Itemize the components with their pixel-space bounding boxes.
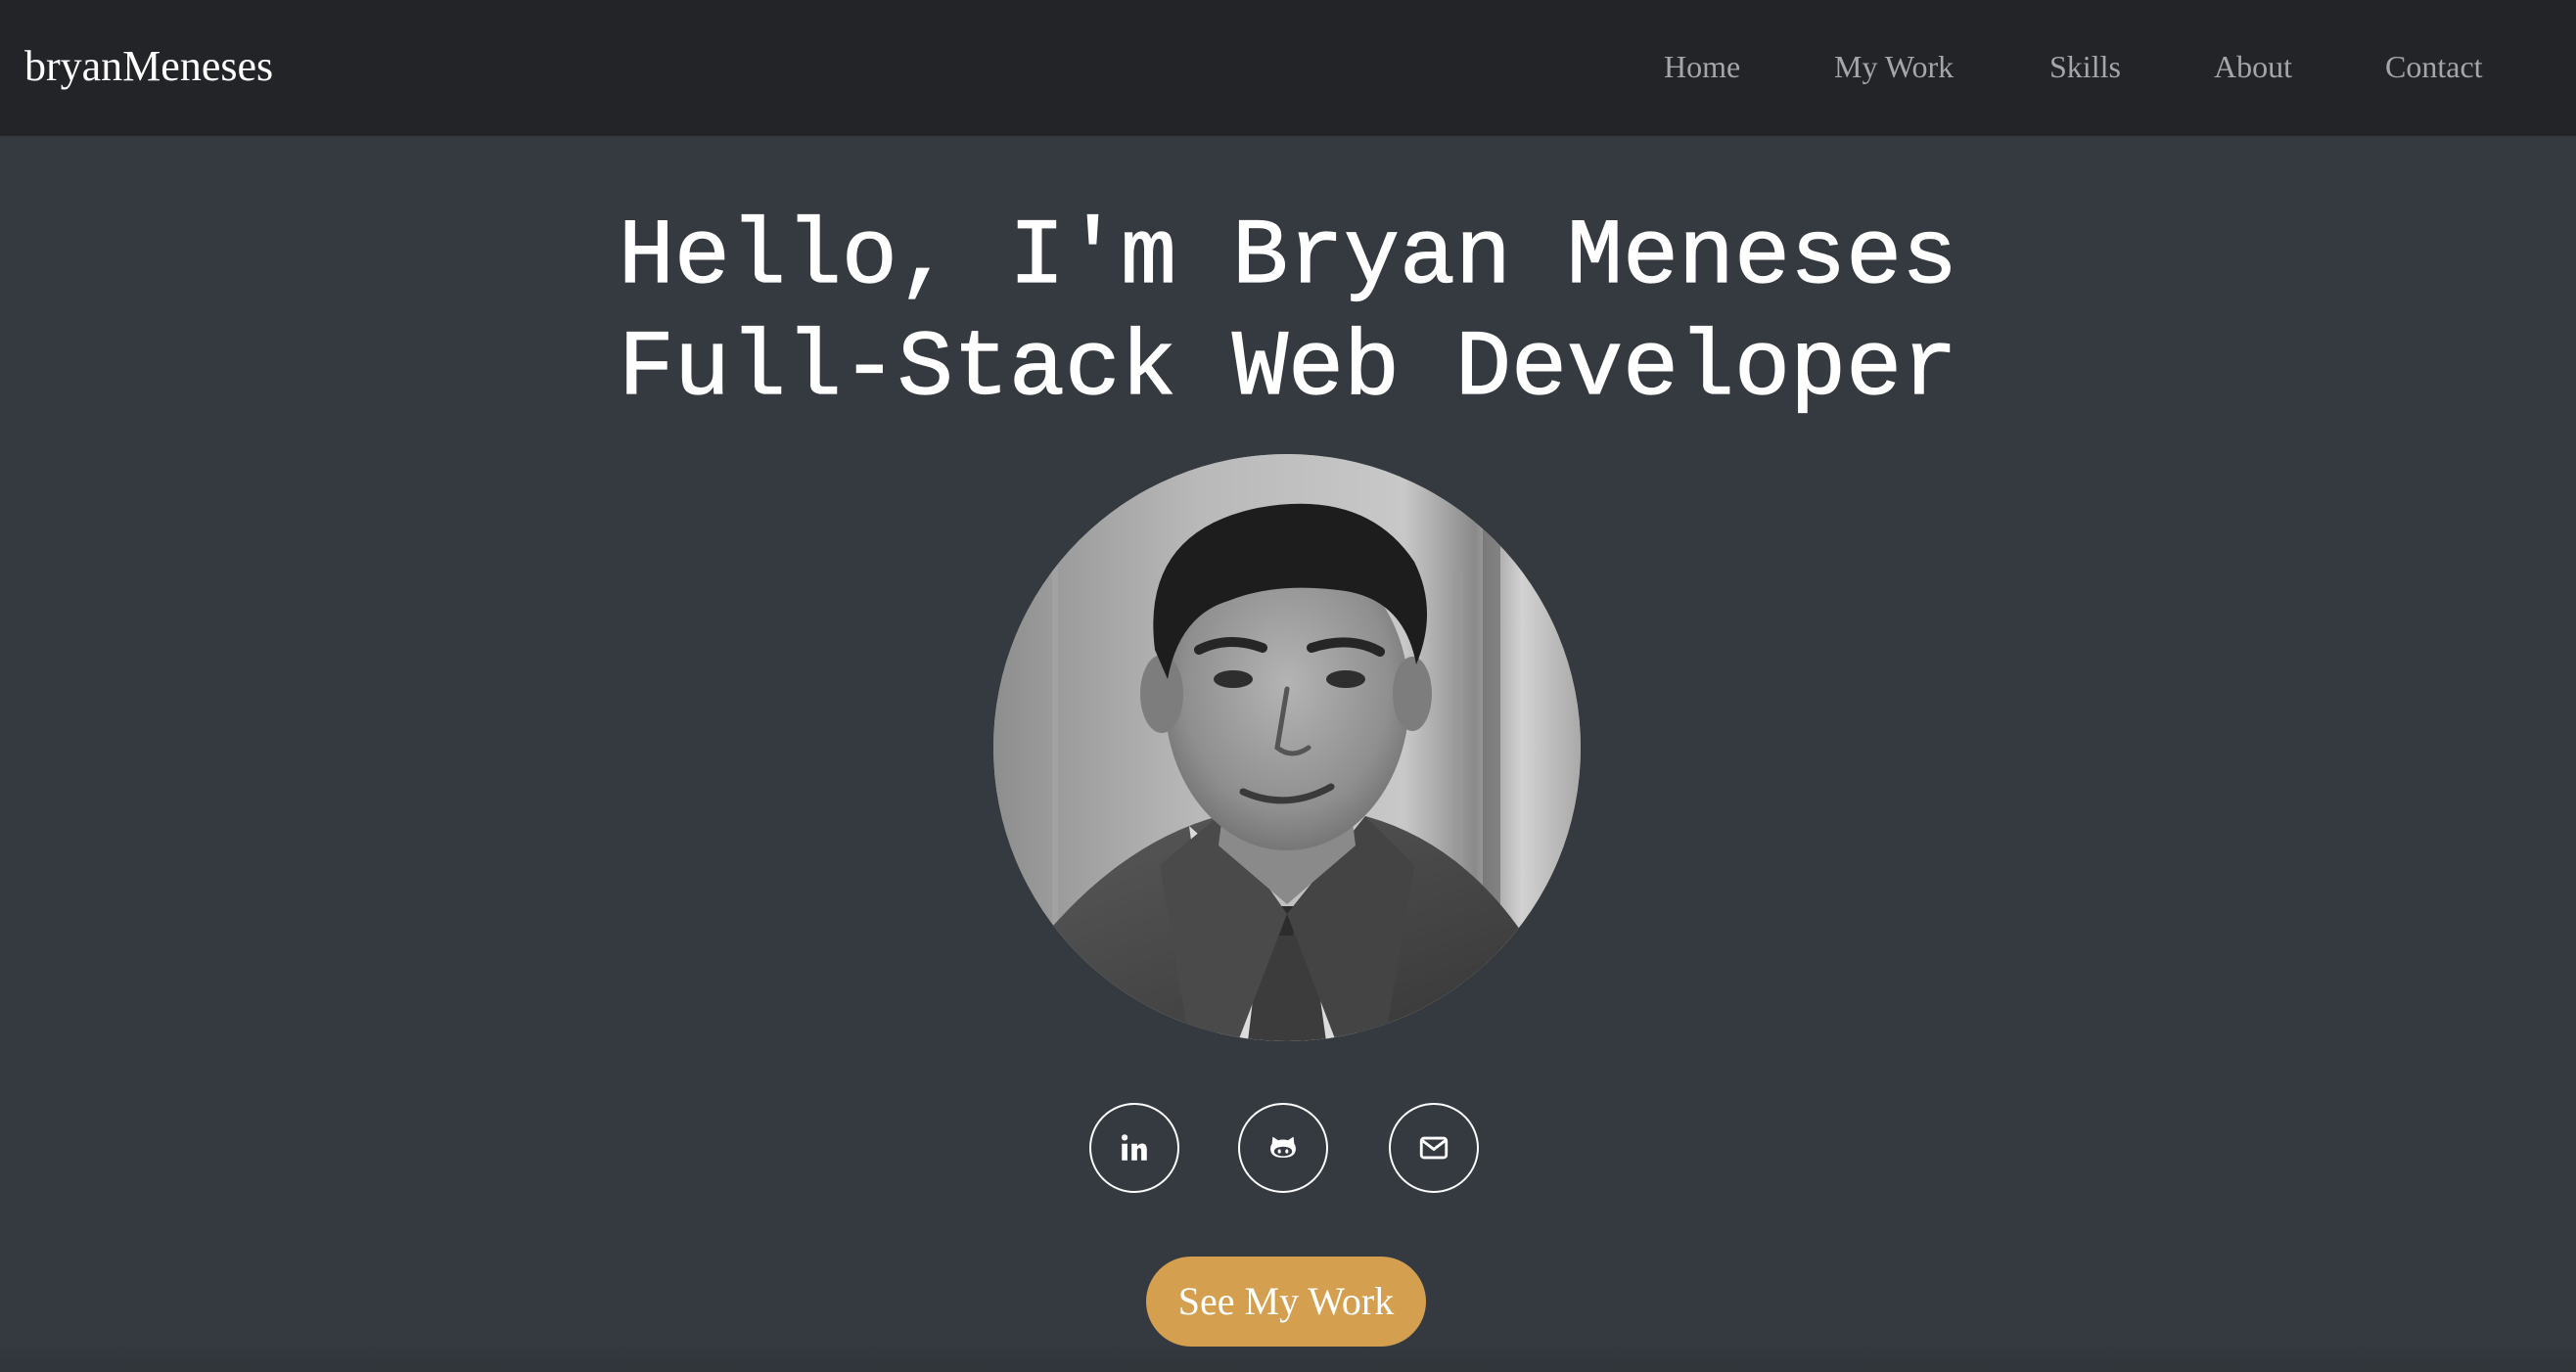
nav-link-about[interactable]: About (2214, 0, 2292, 136)
hero-role: Full-Stack Web Developer (618, 315, 1958, 422)
hero-greeting: Hello, I'm Bryan Meneses (618, 204, 1958, 310)
see-my-work-button[interactable]: See My Work (1146, 1257, 1426, 1347)
linkedin-button[interactable] (1089, 1103, 1179, 1193)
github-button[interactable] (1238, 1103, 1328, 1193)
profile-photo (993, 454, 1581, 1041)
nav-link-my-work[interactable]: My Work (1834, 0, 1954, 136)
linkedin-icon (1121, 1134, 1147, 1161)
github-icon (1270, 1136, 1296, 1158)
email-button[interactable] (1389, 1103, 1479, 1193)
nav-link-home[interactable]: Home (1664, 0, 1740, 136)
navbar: bryanMeneses Home My Work Skills About C… (0, 0, 2576, 136)
nav-links: Home My Work Skills About Contact (0, 0, 2576, 136)
nav-link-skills[interactable]: Skills (2049, 0, 2121, 136)
envelope-icon (1419, 1136, 1449, 1160)
nav-link-contact[interactable]: Contact (2385, 0, 2483, 136)
